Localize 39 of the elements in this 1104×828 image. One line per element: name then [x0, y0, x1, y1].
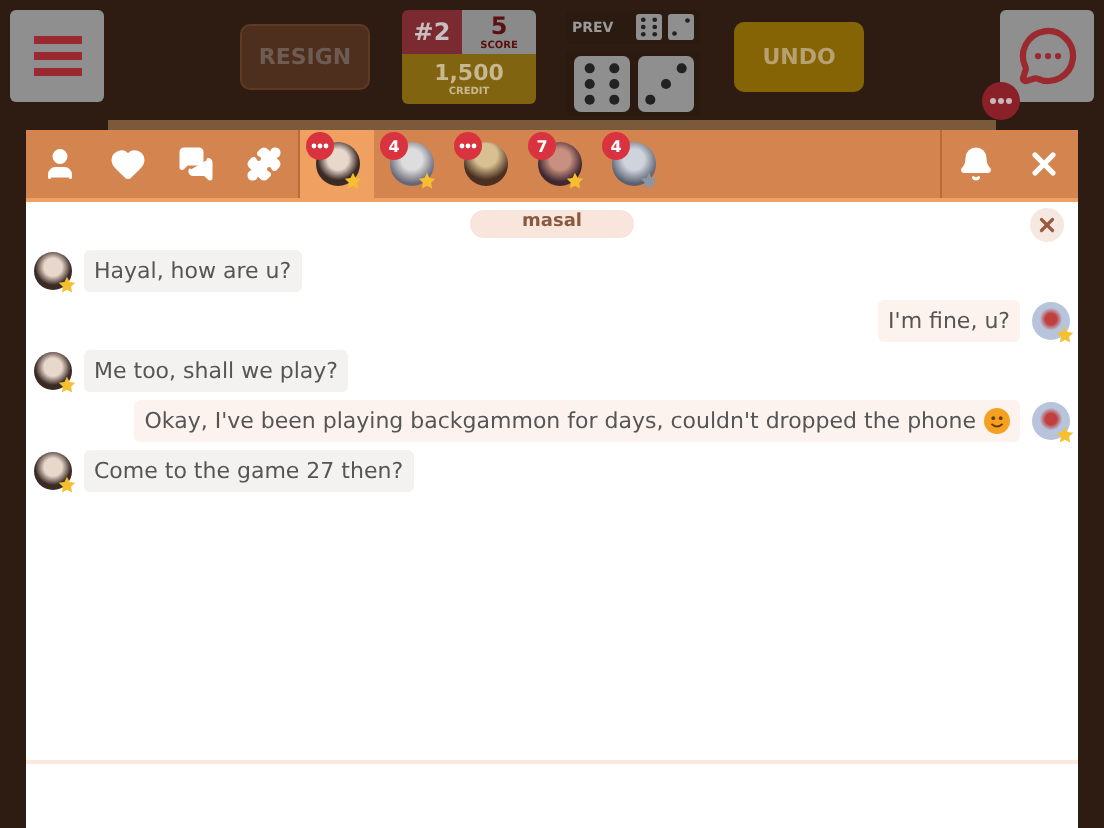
message-text: Me too, shall we play? [94, 358, 338, 384]
typing-icon [454, 132, 482, 160]
contact-name: masal [470, 210, 634, 238]
rank-label: #2 [402, 10, 462, 54]
die-icon [636, 14, 662, 40]
menu-icon [33, 34, 81, 78]
unread-count: 7 [528, 132, 556, 160]
star-icon [58, 276, 76, 294]
menu-button[interactable] [10, 10, 104, 102]
message-text: Okay, I've been playing backgammon for days, couldn't dropped the phone [144, 408, 976, 434]
die-icon [573, 55, 629, 111]
star-icon [58, 376, 76, 394]
avatar-icon [34, 252, 72, 290]
message-text: Come to the game 27 then? [94, 458, 404, 484]
message-text: I'm fine, u? [888, 308, 1010, 334]
unread-count: 4 [602, 132, 630, 160]
chat-button[interactable] [1000, 10, 1094, 102]
chat-tab[interactable] [300, 130, 374, 198]
more-icon [982, 82, 1020, 120]
avatar-icon [34, 452, 72, 490]
avatar-icon [1032, 402, 1070, 440]
star-icon [1056, 426, 1074, 444]
chat-tab[interactable]: 7 [522, 130, 596, 198]
credit-value: 1,500 [434, 60, 504, 86]
avatar-icon [34, 352, 72, 390]
chat-tab[interactable]: 4 [374, 130, 448, 198]
avatar-icon [1032, 302, 1070, 340]
chat-icon [1017, 26, 1077, 86]
close-icon [1036, 214, 1058, 236]
star-icon [58, 476, 76, 494]
chat-tab[interactable]: 4 [596, 130, 670, 198]
typing-icon [306, 132, 334, 160]
message-text: Hayal, how are u? [94, 258, 292, 284]
star-icon [1056, 326, 1074, 344]
unread-count: 4 [380, 132, 408, 160]
die-icon [637, 55, 693, 111]
close-button[interactable] [1030, 208, 1064, 242]
die-icon [668, 14, 694, 40]
score-value: 5 [490, 12, 508, 40]
